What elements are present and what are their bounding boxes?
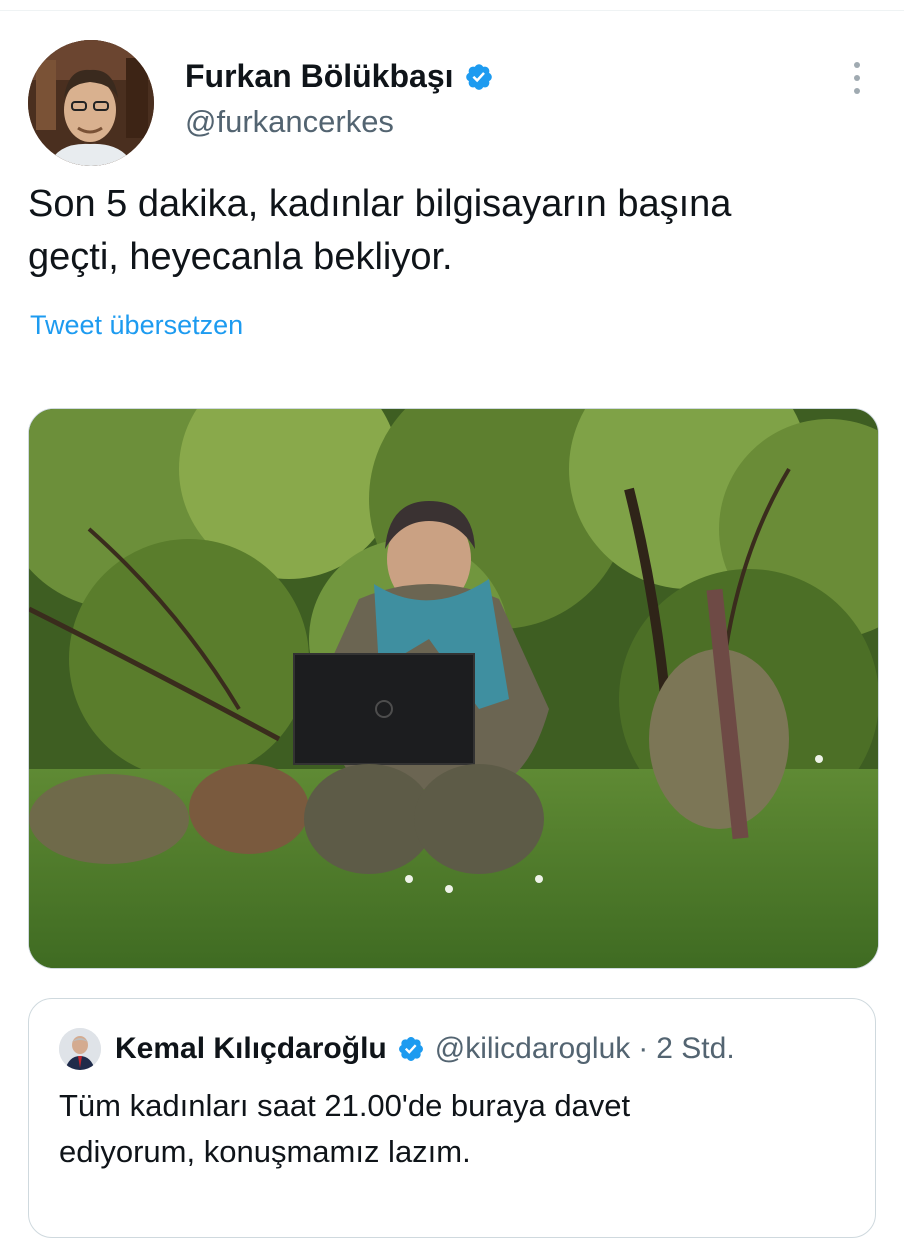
separator-dot: · bbox=[638, 1032, 649, 1065]
tweet-text-line: geçti, heyecanla bekliyor. bbox=[28, 236, 453, 278]
author-name-row[interactable]: Furkan Bölükbaşı bbox=[185, 58, 494, 95]
quoted-author-handle[interactable]: @kilicdarogluk bbox=[435, 1032, 631, 1066]
tweet-media-photo[interactable] bbox=[28, 408, 879, 969]
author-avatar[interactable] bbox=[28, 40, 154, 166]
tweet-text: Son 5 dakika, kadınlar bilgisayarın başı… bbox=[28, 178, 878, 284]
more-dot-icon bbox=[854, 88, 860, 94]
quoted-tweet-card[interactable]: Kemal Kılıçdaroğlu @kilicdarogluk · 2 St… bbox=[28, 998, 876, 1238]
quoted-tweet-timestamp[interactable]: 2 Std. bbox=[656, 1032, 734, 1066]
verified-badge-icon bbox=[398, 1037, 423, 1061]
more-dot-icon bbox=[854, 75, 860, 81]
quoted-tweet-header: Kemal Kılıçdaroğlu @kilicdarogluk · 2 St… bbox=[59, 1027, 735, 1071]
more-dot-icon bbox=[854, 62, 860, 68]
translate-tweet-link[interactable]: Tweet übersetzen bbox=[30, 310, 243, 341]
profile-photo-icon bbox=[59, 1028, 101, 1070]
quoted-tweet-text-line: ediyorum, konuşmamız lazım. bbox=[59, 1134, 471, 1169]
quoted-tweet-text: Tüm kadınları saat 21.00'de buraya davet… bbox=[59, 1083, 859, 1175]
tweet-text-line: Son 5 dakika, kadınlar bilgisayarın başı… bbox=[28, 183, 732, 225]
quoted-author-avatar[interactable] bbox=[59, 1028, 101, 1070]
verified-badge-icon bbox=[465, 63, 492, 90]
author-name[interactable]: Furkan Bölükbaşı bbox=[185, 58, 454, 95]
photo-woman-laptop-forest-icon bbox=[29, 409, 878, 968]
more-options-button[interactable] bbox=[842, 58, 872, 98]
quoted-author-name[interactable]: Kemal Kılıçdaroğlu bbox=[115, 1032, 387, 1066]
quoted-tweet-text-line: Tüm kadınları saat 21.00'de buraya davet bbox=[59, 1088, 631, 1123]
profile-photo-icon bbox=[28, 40, 154, 166]
author-handle[interactable]: @furkancerkes bbox=[185, 104, 394, 140]
top-divider bbox=[0, 0, 904, 11]
